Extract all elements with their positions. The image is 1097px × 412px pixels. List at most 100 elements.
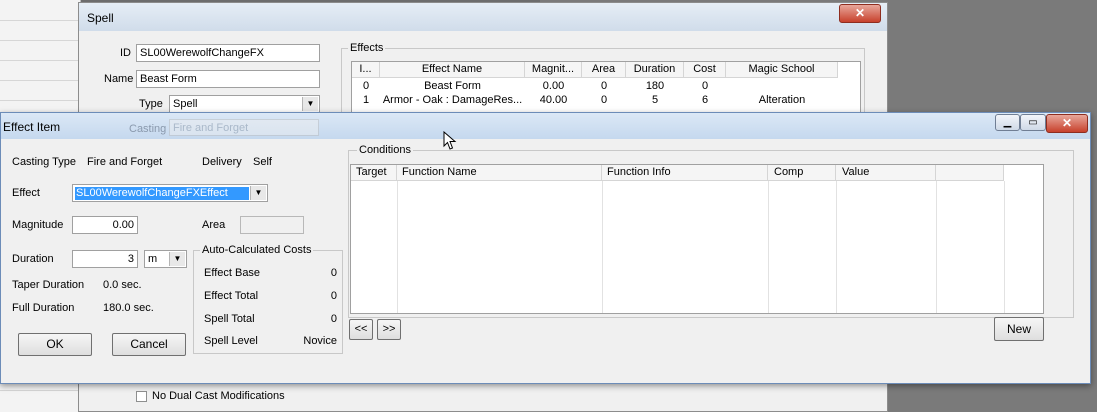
duration-label: Duration [12, 253, 54, 265]
type-label: Type [139, 98, 163, 110]
cell-area: 0 [600, 94, 608, 106]
effects-col-area[interactable]: Area [582, 62, 626, 78]
spell-level-value: Novice [303, 335, 337, 347]
prev-button[interactable]: << [349, 319, 373, 340]
effect-item-window: Effect Item Casting Fire and Forget ▁ ▭ … [0, 112, 1091, 384]
chevron-down-icon: ▼ [250, 186, 266, 200]
effect-title-bar: Effect Item Casting Fire and Forget ▁ ▭ … [1, 113, 1090, 139]
effect-window-title: Effect Item [3, 120, 61, 134]
spell-total-value: 0 [330, 313, 337, 325]
effects-table[interactable]: I... Effect Name Magnit... Area Duration… [351, 61, 861, 117]
full-duration-value: 180.0 sec. [103, 302, 154, 314]
auto-costs-group: Auto-Calculated Costs Effect Base 0 Effe… [193, 244, 343, 354]
casting-type-label: Casting Type [12, 156, 77, 168]
column-divider [836, 181, 837, 313]
effects-group-title: Effects [348, 42, 386, 54]
maximize-icon: ▭ [1028, 117, 1038, 128]
spell-window-title: Spell [87, 11, 114, 25]
cell-magnitude: 0.00 [542, 80, 565, 92]
effect-base-value: 0 [330, 267, 337, 279]
effect-total-value: 0 [330, 290, 337, 302]
casting-field-ghost: Fire and Forget [169, 119, 319, 136]
cell-effect-name: Beast Form [424, 80, 481, 92]
column-divider [602, 181, 603, 313]
effect-total-label: Effect Total [204, 290, 259, 302]
chevron-down-icon: ▼ [302, 97, 318, 111]
ok-button[interactable]: OK [18, 333, 92, 356]
conditions-col-target[interactable]: Target [351, 165, 397, 181]
effect-close-button[interactable]: ✕ [1046, 114, 1088, 133]
chevron-down-icon: ▼ [169, 252, 185, 266]
conditions-group: Conditions Target Function Name Function… [348, 144, 1074, 318]
next-button[interactable]: >> [377, 319, 401, 340]
area-field [240, 216, 304, 234]
conditions-col-comp[interactable]: Comp [768, 165, 836, 181]
cell-magnitude: 40.00 [539, 94, 568, 106]
minimize-button[interactable]: ▁ [995, 114, 1020, 131]
duration-unit-value: m [148, 253, 158, 265]
cell-effect-name: Armor - Oak : DamageRes... [382, 94, 523, 106]
cell-cost: 0 [701, 80, 709, 92]
effects-col-magnitude[interactable]: Magnit... [525, 62, 582, 78]
effect-base-label: Effect Base [204, 267, 261, 279]
close-icon: ✕ [854, 6, 866, 20]
cell-cost: 6 [701, 94, 709, 106]
new-button[interactable]: New [994, 317, 1044, 341]
maximize-button[interactable]: ▭ [1020, 114, 1046, 131]
duration-unit-dropdown[interactable]: m ▼ [144, 250, 187, 268]
casting-label-ghost: Casting [129, 123, 167, 135]
close-icon: ✕ [1061, 116, 1073, 130]
conditions-col-function-name[interactable]: Function Name [397, 165, 602, 181]
cell-area: 0 [600, 80, 608, 92]
effects-col-cost[interactable]: Cost [684, 62, 726, 78]
cell-school [726, 79, 838, 93]
spell-level-label: Spell Level [204, 335, 258, 347]
effects-col-duration[interactable]: Duration [626, 62, 684, 78]
no-dual-cast-label: No Dual Cast Modifications [152, 390, 285, 402]
effect-label: Effect [12, 187, 40, 199]
mouse-cursor-icon [443, 131, 457, 150]
effects-col-index[interactable]: I... [352, 62, 380, 78]
spell-title-bar: Spell ✕ [79, 3, 887, 31]
conditions-col-extra [936, 165, 1004, 181]
effects-col-school[interactable]: Magic School [726, 62, 838, 78]
column-divider [397, 181, 398, 313]
taper-duration-label: Taper Duration [12, 279, 85, 291]
full-duration-label: Full Duration [12, 302, 75, 314]
delivery-label: Delivery [202, 156, 242, 168]
conditions-table[interactable]: Target Function Name Function Info Comp … [350, 164, 1044, 314]
magnitude-field[interactable]: 0.00 [72, 216, 138, 234]
effects-group: Effects I... Effect Name Magnit... Area … [341, 42, 865, 118]
cell-duration: 5 [651, 94, 659, 106]
auto-costs-title: Auto-Calculated Costs [200, 244, 314, 256]
cell-index: 1 [362, 94, 370, 106]
column-divider [1004, 181, 1005, 313]
effects-col-name[interactable]: Effect Name [380, 62, 525, 78]
cell-index: 0 [362, 80, 370, 92]
cell-school: Alteration [758, 94, 806, 106]
type-dropdown[interactable]: Spell ▼ [169, 95, 320, 113]
delivery-value: Self [253, 156, 272, 168]
magnitude-label: Magnitude [12, 219, 64, 231]
minimize-icon: ▁ [1003, 117, 1012, 128]
conditions-col-function-info[interactable]: Function Info [602, 165, 768, 181]
conditions-title: Conditions [357, 144, 413, 156]
name-field[interactable]: Beast Form [136, 70, 320, 88]
conditions-col-value[interactable]: Value [836, 165, 936, 181]
id-field[interactable]: SL00WerewolfChangeFX [136, 44, 320, 62]
spell-close-button[interactable]: ✕ [839, 4, 881, 23]
spell-total-label: Spell Total [204, 313, 255, 325]
effect-dropdown[interactable]: SL00WerewolfChangeFXEffect ▼ [72, 184, 268, 202]
no-dual-cast-checkbox[interactable] [136, 391, 147, 402]
type-value: Spell [173, 98, 198, 110]
name-label: Name [104, 73, 134, 85]
column-divider [936, 181, 937, 313]
duration-field[interactable]: 3 [72, 250, 138, 268]
cancel-button[interactable]: Cancel [112, 333, 186, 356]
casting-type-value: Fire and Forget [87, 156, 163, 168]
cell-duration: 180 [645, 80, 665, 92]
casting-ghost-value: Fire and Forget [173, 122, 249, 134]
id-label: ID [120, 47, 131, 59]
effect-value: SL00WerewolfChangeFXEffect [76, 187, 228, 199]
column-divider [768, 181, 769, 313]
